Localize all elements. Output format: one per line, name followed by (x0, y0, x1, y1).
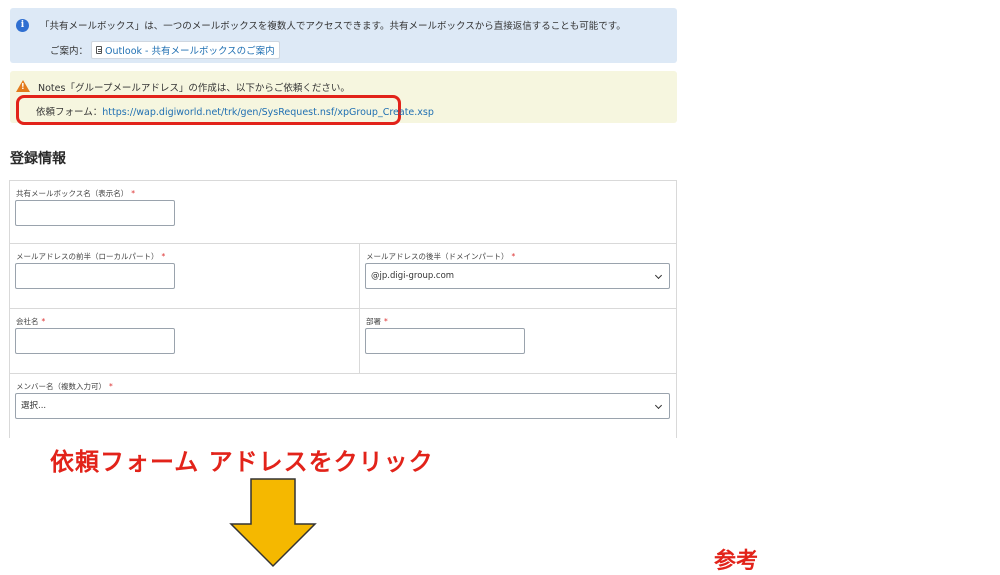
registration-form: 共有メールボックス名（表示名） * メールアドレスの前半（ローカルパート） * メー… (9, 180, 677, 438)
guide-prefix: ご案内： (50, 46, 89, 57)
chevron-down-icon (654, 271, 663, 280)
required-mark: * (109, 382, 113, 391)
field-local-part: メールアドレスの前半（ローカルパート） * (10, 244, 359, 308)
warning-icon: ! (16, 80, 30, 92)
required-mark: * (131, 189, 136, 198)
form-row-organization: 会社名 * 部署 * (10, 309, 676, 374)
info-icon: i (16, 19, 29, 32)
required-mark: * (161, 252, 166, 261)
members-placeholder: 選択... (21, 401, 47, 411)
required-mark: * (384, 317, 388, 326)
members-select[interactable]: 選択... (15, 393, 670, 419)
request-form-row: 依頼フォーム：https://wap.digiworld.net/trk/gen… (36, 104, 434, 118)
field-domain: メールアドレスの後半（ドメインパート） * @jp.digi-group.com (359, 244, 678, 308)
arrow-down-icon (229, 478, 317, 568)
local-part-label: メールアドレスの前半（ローカルパート） * (16, 251, 165, 262)
chevron-down-icon (654, 401, 663, 410)
local-part-label-text: メールアドレスの前半（ローカルパート） (16, 252, 159, 261)
members-label: メンバー名（複数入力可） * (16, 381, 113, 392)
domain-select[interactable]: @jp.digi-group.com (365, 263, 670, 289)
department-input[interactable] (365, 328, 525, 354)
section-title: 登録情報 (10, 151, 66, 167)
instruction-caption: 依頼フォーム アドレスをクリック (50, 448, 434, 476)
document-icon (96, 46, 103, 54)
request-form-label: 依頼フォーム： (36, 107, 103, 118)
company-input[interactable] (15, 328, 175, 354)
members-label-text: メンバー名（複数入力可） (16, 382, 106, 391)
company-label-text: 会社名 (16, 317, 39, 326)
form-row-members: メンバー名（複数入力可） * 選択... (10, 374, 676, 439)
required-mark: * (41, 317, 46, 326)
request-form-link[interactable]: https://wap.digiworld.net/trk/gen/SysReq… (102, 107, 434, 118)
department-label-text: 部署 (366, 317, 381, 326)
form-row-display-name: 共有メールボックス名（表示名） * (10, 181, 676, 244)
info-message: 「共有メールボックス」は、一つのメールボックスを複数人でアクセスできます。共有メ… (40, 21, 626, 32)
warning-message: Notes「グループメールアドレス」の作成は、以下からご依頼ください。 (38, 83, 350, 94)
field-department: 部署 * (359, 309, 678, 373)
info-banner: i 「共有メールボックス」は、一つのメールボックスを複数人でアクセスできます。共… (10, 8, 677, 63)
guide-row: ご案内： Outlook - 共有メールボックスのご案内 (50, 41, 280, 59)
department-label: 部署 * (366, 316, 388, 327)
company-label: 会社名 * (16, 316, 45, 327)
field-display-name: 共有メールボックス名（表示名） * (10, 181, 676, 243)
form-row-address: メールアドレスの前半（ローカルパート） * メールアドレスの後半（ドメインパート）… (10, 244, 676, 309)
domain-label: メールアドレスの後半（ドメインパート） * (366, 251, 515, 262)
guide-link[interactable]: Outlook - 共有メールボックスのご案内 (91, 41, 280, 59)
display-name-label-text: 共有メールボックス名（表示名） (16, 189, 129, 198)
field-company: 会社名 * (10, 309, 359, 373)
required-mark: * (511, 252, 516, 261)
local-part-input[interactable] (15, 263, 175, 289)
domain-value: @jp.digi-group.com (371, 271, 455, 281)
display-name-input[interactable] (15, 200, 175, 226)
display-name-label: 共有メールボックス名（表示名） * (16, 188, 135, 199)
reference-label: 参考 (714, 549, 759, 574)
guide-link-label: Outlook - 共有メールボックスのご案内 (105, 46, 275, 57)
field-members: メンバー名（複数入力可） * 選択... (10, 374, 676, 439)
domain-label-text: メールアドレスの後半（ドメインパート） (366, 252, 509, 261)
